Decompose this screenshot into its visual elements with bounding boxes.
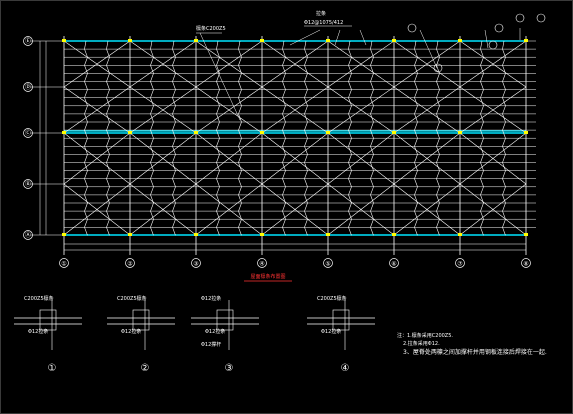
node-marker xyxy=(524,39,528,42)
detail-purlin-section xyxy=(332,309,350,331)
node-marker xyxy=(524,131,528,134)
node-marker xyxy=(326,233,330,236)
notes: 注：1.檩条采用C200Z5. 2.拉条采用Φ12. 3、屋脊处两檩之间加撑杆并… xyxy=(397,332,547,356)
detail-callout-bubble xyxy=(494,23,504,33)
detail-label: Φ12拉条 xyxy=(201,295,221,302)
node-marker xyxy=(392,233,396,236)
node-marker xyxy=(326,39,330,42)
node-marker xyxy=(458,131,462,134)
leader-line xyxy=(484,29,489,49)
detail-number: ② xyxy=(141,363,150,374)
leader-line xyxy=(199,32,241,121)
detail-label: C200Z5檩条 xyxy=(317,295,347,302)
node-marker xyxy=(194,131,198,134)
leader-line xyxy=(359,29,367,46)
note-1: 注：1.檩条采用C200Z5. xyxy=(397,332,453,339)
detail-callout-bubble xyxy=(407,23,417,33)
grid-row-label: Ⓓ xyxy=(25,83,31,91)
leader-line xyxy=(289,29,321,46)
node-marker xyxy=(392,131,396,134)
leader-line xyxy=(334,29,341,46)
detail-label: Φ12撑杆 xyxy=(201,341,221,348)
node-marker xyxy=(62,39,66,42)
node-marker xyxy=(128,131,132,134)
node-marker xyxy=(326,131,330,134)
node-marker xyxy=(458,233,462,236)
detail-label: Φ12拉条 xyxy=(205,328,225,335)
cad-drawing-canvas: ① ② ③ ④ ⑤ ⑥ ⑦ ⑧ Ⓔ Ⓓ Ⓒ Ⓑ Ⓐ 屋面檩条布置图 檩条C200Z5 拉条 Φ12@10… xyxy=(0,0,573,414)
node-marker xyxy=(62,233,66,236)
detail-label: C200Z5檩条 xyxy=(117,295,147,302)
grid-row-label: Ⓔ xyxy=(25,37,31,45)
grid-row-label: Ⓐ xyxy=(25,231,31,239)
grid-row-label: Ⓒ xyxy=(25,129,31,137)
detail-callout-bubble xyxy=(488,40,498,50)
grid-column-label: ⑧ xyxy=(523,261,528,268)
detail-number: ③ xyxy=(225,363,234,374)
roof-purlin-plan: ① ② ③ ④ ⑤ ⑥ ⑦ ⑧ Ⓔ Ⓓ Ⓒ Ⓑ Ⓐ xyxy=(23,13,546,268)
node-marker xyxy=(458,39,462,42)
detail-purlin-section xyxy=(132,309,150,331)
detail-callout-bubble xyxy=(515,13,525,23)
node-marker xyxy=(194,233,198,236)
node-marker xyxy=(128,233,132,236)
grid-row-label: Ⓑ xyxy=(25,180,31,188)
detail-number: ④ xyxy=(341,363,350,374)
grid-column-label: ② xyxy=(127,261,133,268)
note-2: 2.拉条采用Φ12. xyxy=(403,340,440,347)
node-marker xyxy=(260,131,264,134)
grid-column-label: ⑥ xyxy=(391,261,396,268)
purlin-label: 檩条C200Z5 xyxy=(196,25,226,32)
grid-column-label: ⑤ xyxy=(325,261,330,268)
detail-number: ① xyxy=(48,363,57,374)
detail-label: C200Z5檩条 xyxy=(24,295,54,302)
node-marker xyxy=(524,233,528,236)
node-marker xyxy=(128,39,132,42)
note-3: 3、屋脊处两檩之间加撑杆并用钢板连接后焊接在一起. xyxy=(403,348,547,356)
node-marker xyxy=(260,39,264,42)
connection-details: ① C200Z5檩条 Φ12拉条 ② C200Z5檩条 Φ12拉条 ③ Φ12拉条 Φ12拉条 Φ… xyxy=(14,295,375,374)
detail-label: Φ12拉条 xyxy=(321,328,341,335)
grid-column-label: ① xyxy=(61,261,66,268)
tie-rod-spec-label: Φ12@1075/412 xyxy=(304,20,343,26)
grid-column-label: ⑦ xyxy=(457,261,463,268)
node-marker xyxy=(62,131,66,134)
detail-label: Φ12拉条 xyxy=(121,328,141,335)
node-marker xyxy=(194,39,198,42)
grid-column-label: ④ xyxy=(259,261,264,268)
detail-purlin-section xyxy=(39,309,57,331)
tie-rod-label: 拉条 xyxy=(316,10,326,17)
grid-column-label: ③ xyxy=(193,261,198,268)
detail-label: Φ12拉条 xyxy=(28,328,48,335)
detail-callout-bubble xyxy=(536,13,546,23)
node-marker xyxy=(392,39,396,42)
detail-purlin-section xyxy=(216,309,234,331)
drawing-title: 屋面檩条布置图 xyxy=(250,273,285,280)
node-marker xyxy=(260,233,264,236)
